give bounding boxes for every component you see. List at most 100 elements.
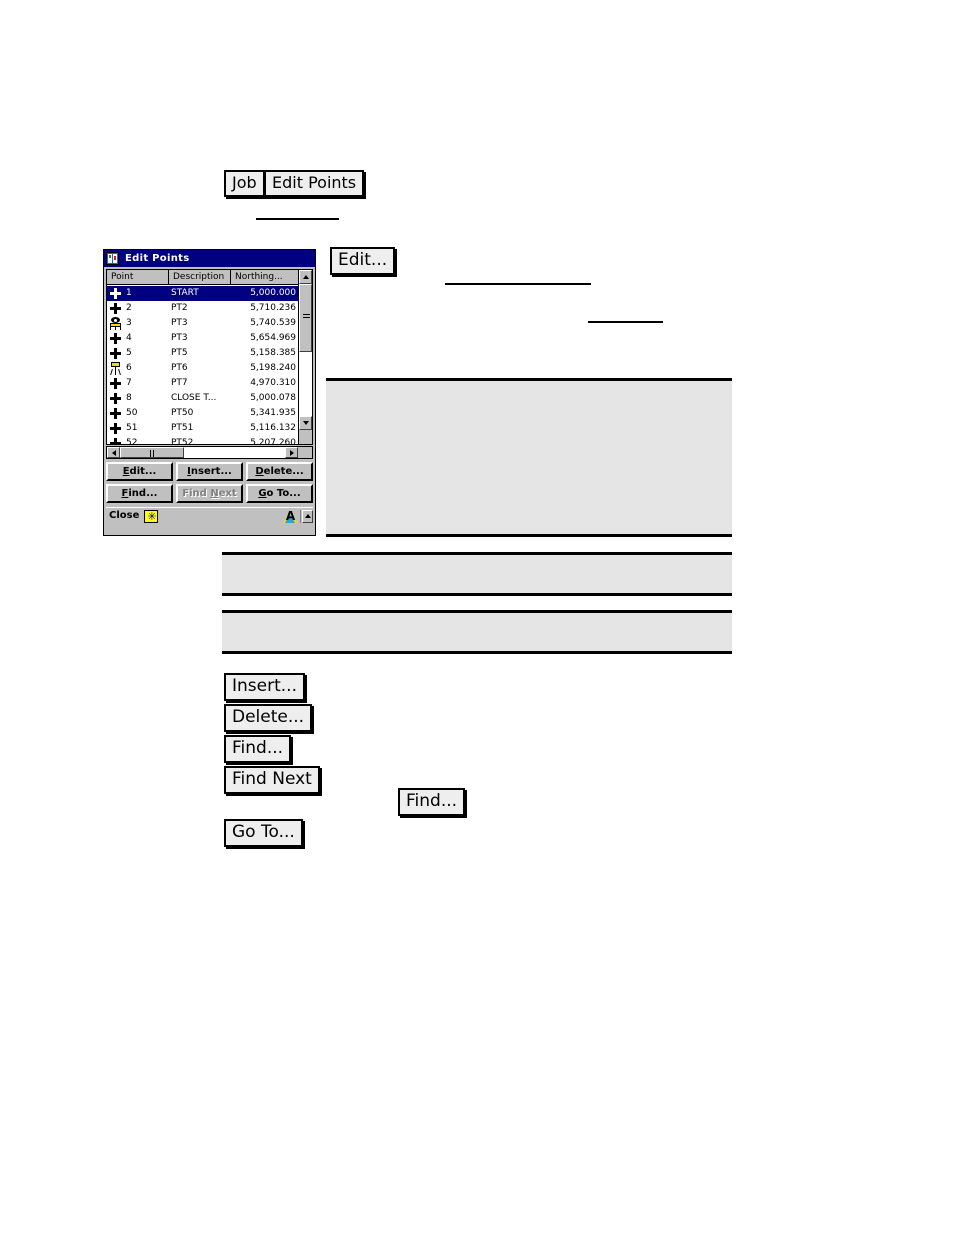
cell-point: 3 [126, 318, 132, 328]
table-row[interactable]: 5 PT5 5,158.385 [107, 346, 299, 361]
cell-point: 8 [126, 393, 132, 403]
table-row[interactable]: 6 PT6 5,198.240 [107, 361, 299, 376]
point-cross-icon [107, 436, 124, 444]
cell-point: 2 [126, 303, 132, 313]
table-row[interactable]: 7 PT7 4,970.310 [107, 376, 299, 391]
grid-horizontal-scrollbar[interactable] [106, 446, 313, 459]
find-next-button-ref[interactable]: Find Next [224, 766, 320, 794]
table-row[interactable]: 1 START 5,000.000 [107, 286, 299, 301]
cell-point: 6 [126, 363, 132, 373]
cell-point: 52 [126, 438, 138, 445]
cell-description: PT3 [171, 318, 188, 328]
point-cross-icon [107, 286, 124, 301]
dialog-title: Edit Points [125, 252, 190, 264]
column-header-point[interactable]: Point [107, 270, 169, 284]
callout-box-2 [222, 552, 732, 596]
table-row[interactable]: 51 PT51 5,116.132 [107, 421, 299, 436]
edit-points-icon [106, 252, 119, 265]
tripod-backsight-icon [107, 361, 124, 376]
column-header-description[interactable]: Description [169, 270, 231, 284]
scroll-left-button[interactable] [107, 447, 120, 458]
table-row[interactable]: 8 CLOSE T... 5,000.078 [107, 391, 299, 406]
cell-description: PT51 [171, 423, 194, 433]
redacted-rule-3 [588, 321, 663, 323]
table-row[interactable]: 52 PT52 5,207.260 [107, 436, 299, 445]
point-cross-icon [107, 331, 124, 346]
insert-button-ref[interactable]: Insert... [224, 673, 305, 701]
dialog-titlebar: Edit Points [104, 250, 315, 267]
table-row[interactable]: 2 PT2 5,710.236 [107, 301, 299, 316]
cell-description: PT52 [171, 438, 194, 445]
cell-northing: 5,341.935 [250, 408, 296, 418]
table-row[interactable]: 3 PT3 5,740.539 [107, 316, 299, 331]
edit-button[interactable]: Edit... [106, 462, 173, 481]
close-star-icon[interactable]: ✳ [144, 509, 159, 523]
find-button-ref[interactable]: Find... [224, 735, 292, 763]
find-next-button: Find Next [176, 484, 243, 503]
edit-button-ref[interactable]: Edit... [330, 247, 396, 275]
grid-rows: 1 START 5,000.000 2 PT2 5,710.236 3 PT3 … [107, 286, 299, 445]
cell-northing: 5,000.000 [250, 288, 296, 298]
point-cross-icon [107, 346, 124, 361]
edit-points-dialog: Edit Points Point Description Northing..… [103, 249, 316, 536]
menu-key-edit-points[interactable]: Edit Points [264, 170, 365, 197]
points-grid[interactable]: Point Description Northing... 1 START 5,… [106, 269, 313, 445]
cell-northing: 5,710.236 [250, 303, 296, 313]
cell-point: 50 [126, 408, 138, 418]
point-cross-icon [107, 406, 124, 421]
cell-description: PT50 [171, 408, 194, 418]
find-button[interactable]: Find... [106, 484, 173, 503]
cell-point: 7 [126, 378, 132, 388]
hscroll-thumb[interactable] [120, 447, 184, 458]
cell-description: PT2 [171, 303, 188, 313]
scroll-down-button[interactable] [299, 416, 312, 430]
point-cross-icon [107, 376, 124, 391]
cell-description: PT7 [171, 378, 188, 388]
delete-button[interactable]: Delete... [246, 462, 313, 481]
input-panel-chevron-icon[interactable] [302, 509, 313, 523]
close-label[interactable]: Close [109, 511, 139, 521]
point-cross-icon [107, 421, 124, 436]
cell-northing: 5,654.969 [250, 333, 296, 343]
chevron-down-icon [302, 421, 309, 425]
table-row[interactable]: 4 PT3 5,654.969 [107, 331, 299, 346]
cell-description: CLOSE T... [171, 393, 217, 403]
total-station-icon [107, 316, 124, 331]
cell-northing: 4,970.310 [250, 378, 296, 388]
dialog-button-row-2: Find... Find Next Go To... [106, 484, 313, 503]
star-glyph: ✳ [147, 509, 157, 523]
scroll-thumb[interactable] [299, 284, 312, 352]
callout-box-1 [326, 378, 732, 537]
grid-header-row: Point Description Northing... [107, 270, 312, 285]
cell-northing: 5,000.078 [250, 393, 296, 403]
scroll-right-button[interactable] [285, 447, 298, 458]
menu-key-job[interactable]: Job [224, 170, 265, 197]
cell-point: 4 [126, 333, 132, 343]
insert-button[interactable]: Insert... [176, 462, 243, 481]
chevron-left-icon [111, 449, 116, 456]
goto-button-ref[interactable]: Go To... [224, 819, 303, 847]
delete-button-ref[interactable]: Delete... [224, 704, 313, 732]
statusbar-divider [300, 509, 301, 523]
hscroll-track[interactable] [184, 447, 285, 458]
cell-northing: 5,116.132 [250, 423, 296, 433]
redacted-rule-1 [256, 218, 339, 220]
table-row[interactable]: 50 PT50 5,341.935 [107, 406, 299, 421]
point-cross-icon [107, 301, 124, 316]
scroll-up-button[interactable] [299, 270, 312, 284]
cell-description: PT5 [171, 348, 188, 358]
chevron-up-icon [302, 275, 309, 279]
find-button-ref-2[interactable]: Find... [398, 788, 466, 816]
survey-status-icon[interactable]: A [283, 509, 298, 523]
column-header-northing[interactable]: Northing... [231, 270, 299, 284]
grid-vertical-scrollbar[interactable] [298, 270, 312, 444]
dialog-button-row-1: Edit... Insert... Delete... [106, 462, 313, 481]
cell-description: START [171, 288, 199, 298]
chevron-right-icon [289, 449, 294, 456]
cell-northing: 5,198.240 [250, 363, 296, 373]
cell-point: 1 [126, 288, 132, 298]
cell-description: PT3 [171, 333, 188, 343]
scrollbar-corner [298, 447, 312, 458]
goto-button[interactable]: Go To... [246, 484, 313, 503]
callout-box-3 [222, 610, 732, 654]
